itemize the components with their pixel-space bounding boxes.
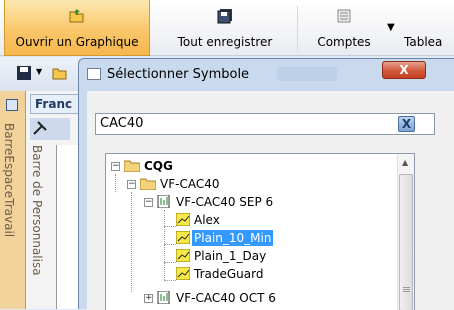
tree-node-label: VF-CAC40 <box>160 177 220 191</box>
tree-line <box>164 280 176 281</box>
select-symbol-dialog: Sélectionner Symbole X CAC40 X − CQG − V… <box>78 58 454 310</box>
accounts-button[interactable]: Comptes <box>306 0 382 56</box>
tree-scrollbar[interactable]: ▲ <box>397 154 414 310</box>
window-icon <box>87 68 101 80</box>
chart-icon <box>175 230 192 245</box>
open-icon[interactable] <box>52 65 68 84</box>
side-panel-label: BarreEspaceTravail <box>2 123 16 238</box>
scroll-up-icon[interactable]: ▲ <box>402 158 408 167</box>
tree-line <box>115 174 116 192</box>
open-folder-icon <box>69 8 85 24</box>
collapse-icon[interactable]: − <box>111 162 120 171</box>
tree-line <box>164 262 176 263</box>
ribbon-separator <box>297 6 298 50</box>
open-chart-button[interactable]: Ouvrir un Graphique <box>4 0 150 56</box>
tree-node-label: Plain_1_Day <box>194 249 267 263</box>
tools-icon[interactable] <box>32 120 48 139</box>
tree-line <box>164 226 176 227</box>
close-button[interactable]: X <box>382 61 426 79</box>
chart-icon <box>175 266 192 281</box>
collapse-icon[interactable]: − <box>144 198 153 207</box>
accounts-icon <box>336 8 352 24</box>
tree-node-label: CQG <box>144 159 173 173</box>
scroll-thumb[interactable] <box>399 174 413 310</box>
dialog-title: Sélectionner Symbole <box>107 67 250 82</box>
folder-icon <box>123 159 141 173</box>
clear-search-button[interactable]: X <box>398 116 415 132</box>
tree-line <box>164 244 176 245</box>
folder-icon <box>139 177 157 191</box>
tree-node-label: Alex <box>194 213 220 227</box>
customization-bar-label: Barre de Personnalisa <box>30 145 44 276</box>
panel-icon <box>6 99 18 111</box>
chevron-down-icon[interactable]: ▼ <box>387 22 395 33</box>
expand-icon[interactable]: + <box>144 294 153 303</box>
tab-background[interactable]: Franc <box>30 94 80 114</box>
contract-icon <box>157 194 173 209</box>
tree-node-label: Plain_10_Min <box>192 230 274 246</box>
tree-node-label: TradeGuard <box>194 267 264 281</box>
search-input[interactable]: CAC40 <box>95 113 435 135</box>
dialog-body: CAC40 X − CQG − VF-CAC40 − VF-CAC40 SEP … <box>87 91 454 310</box>
chart-icon <box>175 212 192 227</box>
ribbon: Ouvrir un Graphique Tout enregistrer Com… <box>0 0 454 56</box>
save-all-button[interactable]: Tout enregistrer <box>168 0 282 56</box>
chart-icon <box>175 248 192 263</box>
chevron-down-icon[interactable]: ▼ <box>36 67 42 76</box>
contract-icon <box>157 290 173 305</box>
workspace-side-panel[interactable]: BarreEspaceTravail <box>0 91 26 309</box>
save-icon[interactable] <box>16 65 32 84</box>
dialog-titlebar[interactable]: Sélectionner Symbole X <box>79 59 454 89</box>
background-toolstrip <box>30 118 70 140</box>
table-button[interactable]: Tablea <box>400 0 454 56</box>
save-all-icon <box>217 8 233 24</box>
symbol-tree[interactable]: − CQG − VF-CAC40 − VF-CAC40 SEP 6 Alex P… <box>105 153 415 310</box>
quick-toolbar: ▼ <box>0 57 80 91</box>
collapse-icon[interactable]: − <box>127 180 136 189</box>
tree-line <box>164 210 165 280</box>
tree-node-label: VF-CAC40 OCT 6 <box>176 291 276 305</box>
tree-line <box>131 192 132 292</box>
grip-icon <box>403 287 410 288</box>
blurred-titlebar-text <box>277 67 337 81</box>
tree-node-label: VF-CAC40 SEP 6 <box>176 195 274 209</box>
